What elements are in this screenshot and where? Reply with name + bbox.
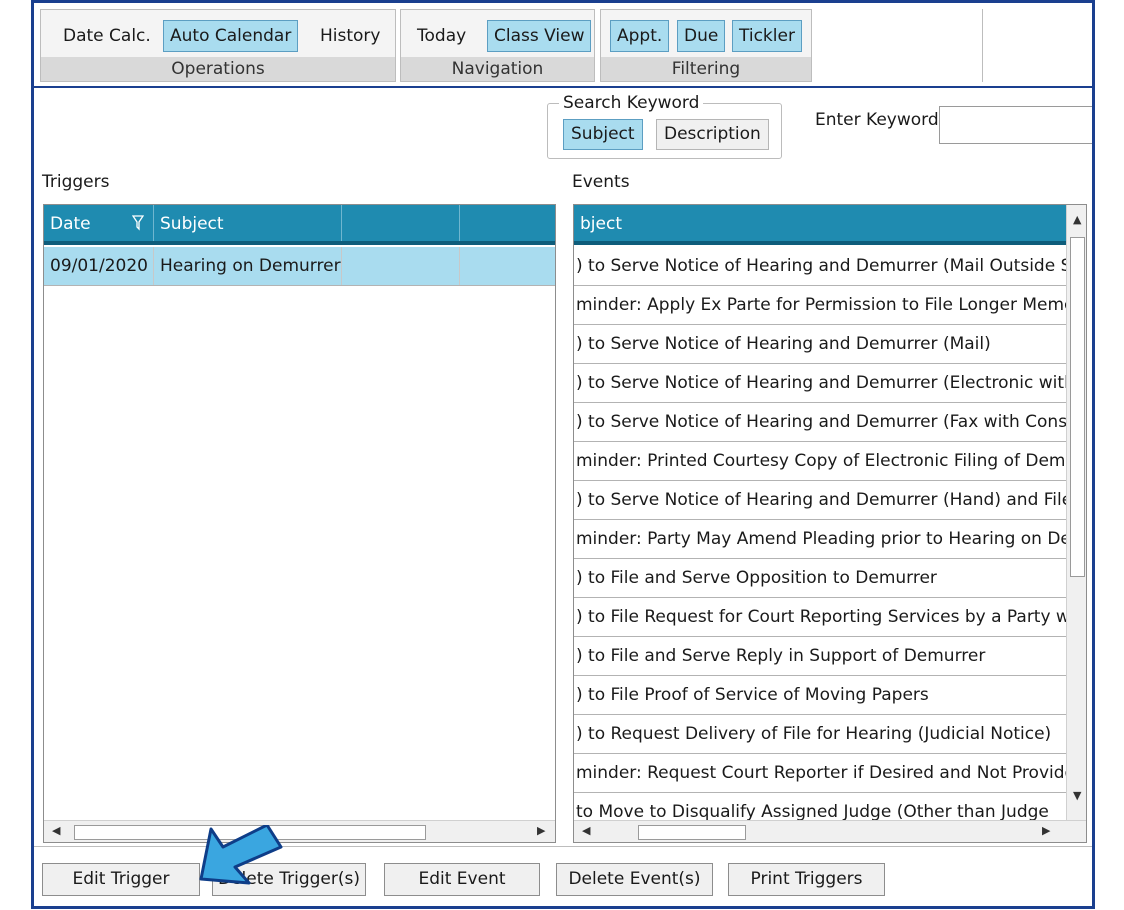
due-filter-button[interactable]: Due	[677, 20, 726, 52]
trigger-empty-cell	[342, 247, 460, 285]
edit-trigger-button[interactable]: Edit Trigger	[42, 863, 200, 896]
date-calc-button[interactable]: Date Calc.	[56, 20, 158, 52]
today-button[interactable]: Today	[410, 20, 473, 52]
triggers-grid-header: Date Subject	[44, 205, 555, 245]
search-description-toggle[interactable]: Description	[656, 119, 769, 150]
trigger-empty-cell	[460, 247, 555, 285]
triggers-title: Triggers	[42, 172, 110, 192]
search-subject-toggle[interactable]: Subject	[563, 119, 643, 150]
event-subject-cell: ) to Serve Notice of Hearing and Demurre…	[576, 373, 1075, 393]
date-column-label: Date	[50, 214, 91, 234]
ribbon-group-label: Operations	[41, 57, 395, 81]
event-row[interactable]: minder: Party May Amend Pleading prior t…	[574, 520, 1071, 559]
subject-column-header[interactable]: bject	[574, 205, 1066, 241]
event-row[interactable]: ) to Serve Notice of Hearing and Demurre…	[574, 325, 1066, 364]
tickler-filter-button[interactable]: Tickler	[732, 20, 802, 52]
events-grid: bject ) to Serve Notice of Hearing and D…	[573, 204, 1087, 843]
event-subject-cell: ) to File and Serve Reply in Support of …	[576, 646, 986, 666]
ribbon-group-navigation: Today Class View Navigation	[400, 9, 595, 82]
column-header-3[interactable]	[342, 205, 460, 241]
scroll-right-arrow-icon[interactable]: ▶	[537, 824, 545, 837]
event-subject-cell: ) to Request Delivery of File for Hearin…	[576, 724, 1052, 744]
event-subject-cell: ) to Serve Notice of Hearing and Demurre…	[576, 256, 1072, 276]
event-row[interactable]: minder: Printed Courtesy Copy of Electro…	[574, 442, 1077, 481]
event-row[interactable]: ) to Serve Notice of Hearing and Demurre…	[574, 403, 1078, 442]
event-subject-cell: minder: Apply Ex Parte for Permission to…	[576, 295, 1074, 315]
ribbon-group-label: Filtering	[601, 57, 811, 81]
events-grid-header: bject	[574, 205, 1066, 245]
event-subject-cell: ) to File Proof of Service of Moving Pap…	[576, 685, 929, 705]
edit-event-button[interactable]: Edit Event	[384, 863, 540, 896]
event-subject-cell: ) to Serve Notice of Hearing and Demurre…	[576, 490, 1073, 510]
print-triggers-button[interactable]: Print Triggers	[728, 863, 885, 896]
search-keyword-legend: Search Keyword	[559, 93, 704, 113]
ribbon-group-operations: Date Calc. Auto Calendar History Operati…	[40, 9, 396, 82]
event-row[interactable]: minder: Apply Ex Parte for Permission to…	[574, 286, 1074, 325]
date-column-header[interactable]: Date	[44, 205, 154, 241]
scroll-up-arrow-icon[interactable]: ▲	[1073, 213, 1081, 226]
ribbon-group-label: Navigation	[401, 57, 594, 81]
event-row[interactable]: ) to Serve Notice of Hearing and Demurre…	[574, 481, 1073, 520]
event-row[interactable]: ) to File and Serve Reply in Support of …	[574, 637, 1066, 676]
event-subject-cell: minder: Request Court Reporter if Desire…	[576, 763, 1075, 783]
appt-filter-button[interactable]: Appt.	[610, 20, 670, 52]
auto-calendar-button[interactable]: Auto Calendar	[163, 20, 299, 52]
class-view-button[interactable]: Class View	[487, 20, 592, 52]
scroll-left-arrow-icon[interactable]: ◀	[52, 824, 60, 837]
scroll-right-arrow-icon[interactable]: ▶	[1042, 824, 1050, 837]
divider	[34, 846, 1092, 847]
event-subject-cell: minder: Party May Amend Pleading prior t…	[576, 529, 1071, 549]
trigger-date-cell: 09/01/2020	[44, 247, 154, 285]
column-header-4[interactable]	[460, 205, 555, 241]
ribbon-group-filtering: Appt. Due Tickler Filtering	[600, 9, 812, 82]
events-vscrollbar[interactable]: ▲ ▼	[1066, 205, 1086, 820]
event-row[interactable]: ) to File and Serve Opposition to Demurr…	[574, 559, 1066, 598]
event-subject-cell: minder: Printed Courtesy Copy of Electro…	[576, 451, 1077, 471]
filter-icon[interactable]	[132, 215, 144, 231]
pointer-arrow-icon	[199, 825, 283, 885]
event-row[interactable]: ) to Serve Notice of Hearing and Demurre…	[574, 364, 1075, 403]
keyword-input[interactable]	[939, 106, 1092, 144]
trigger-row[interactable]: 09/01/2020 Hearing on Demurrer	[44, 247, 555, 286]
triggers-hscrollbar[interactable]: ◀ ▶	[44, 820, 555, 842]
ribbon-divider	[982, 9, 985, 82]
event-row[interactable]: ) to File Proof of Service of Moving Pap…	[574, 676, 1066, 715]
event-subject-cell: ) to File and Serve Opposition to Demurr…	[576, 568, 937, 588]
trigger-subject-cell: Hearing on Demurrer	[154, 247, 342, 285]
scroll-thumb[interactable]	[638, 825, 746, 840]
event-row[interactable]: ) to Serve Notice of Hearing and Demurre…	[574, 247, 1072, 286]
triggers-grid: Date Subject 09/01/2020 Hearing on Demur…	[43, 204, 556, 843]
events-title: Events	[572, 172, 630, 192]
event-row[interactable]: ) to File Request for Court Reporting Se…	[574, 598, 1075, 637]
events-hscrollbar[interactable]: ◀ ▶	[574, 820, 1086, 842]
enter-keyword-label: Enter Keyword	[815, 110, 939, 130]
event-subject-cell: ) to File Request for Court Reporting Se…	[576, 607, 1075, 627]
scroll-thumb[interactable]	[1070, 237, 1085, 577]
subject-column-header[interactable]: Subject	[154, 205, 342, 241]
event-row[interactable]: ) to Request Delivery of File for Hearin…	[574, 715, 1066, 754]
scroll-left-arrow-icon[interactable]: ◀	[582, 824, 590, 837]
history-button[interactable]: History	[313, 20, 387, 52]
event-subject-cell: ) to Serve Notice of Hearing and Demurre…	[576, 412, 1078, 432]
ribbon-toolbar: Date Calc. Auto Calendar History Operati…	[34, 3, 1092, 88]
scroll-down-arrow-icon[interactable]: ▼	[1073, 789, 1081, 802]
event-row[interactable]: minder: Request Court Reporter if Desire…	[574, 754, 1075, 793]
delete-events-button[interactable]: Delete Event(s)	[556, 863, 713, 896]
event-subject-cell: ) to Serve Notice of Hearing and Demurre…	[576, 334, 991, 354]
app-window: Date Calc. Auto Calendar History Operati…	[31, 0, 1095, 909]
